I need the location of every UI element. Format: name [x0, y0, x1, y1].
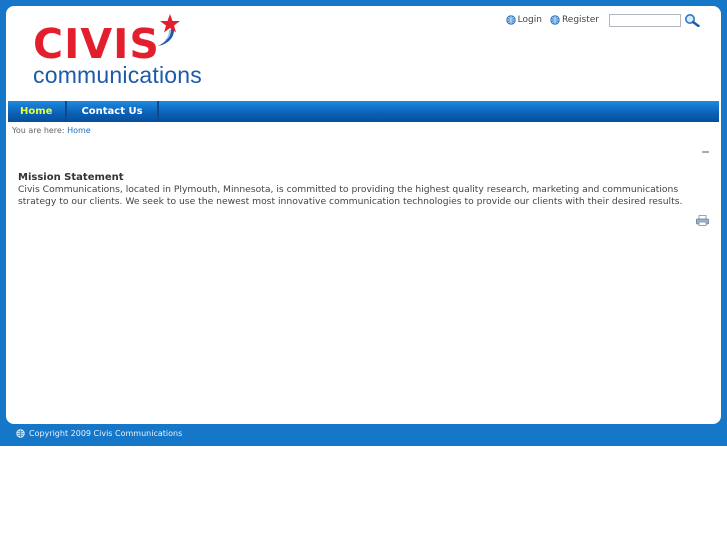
globe-icon [16, 429, 25, 438]
article-title: Mission Statement [18, 172, 124, 183]
page-frame: CIVIS communications Login Register Home… [0, 0, 727, 446]
logo-wordmark: CIVIS [33, 20, 160, 68]
star-icon [158, 14, 180, 46]
footer-copyright: Copyright 2009 Civis Communications [29, 429, 183, 438]
globe-icon [505, 15, 516, 25]
article: Mission Statement Civis Communications, … [18, 172, 698, 208]
login-label: Login [517, 15, 542, 25]
nav-item-contact-us[interactable]: Contact Us [67, 101, 159, 122]
register-label: Register [561, 15, 599, 25]
nav-item-home[interactable]: Home [8, 101, 68, 122]
footer: Copyright 2009 Civis Communications [16, 429, 182, 438]
main-nav: Home Contact Us [8, 101, 719, 122]
search-input[interactable] [609, 13, 681, 27]
search-icon[interactable] [684, 13, 700, 27]
content-panel: CIVIS communications Login Register Home… [6, 6, 721, 424]
minimize-icon[interactable] [702, 151, 709, 153]
print-icon[interactable] [696, 215, 709, 226]
breadcrumb: You are here: Home [12, 126, 91, 135]
header-links: Login Register [505, 13, 700, 27]
breadcrumb-home-link[interactable]: Home [67, 126, 91, 135]
globe-icon [550, 15, 560, 25]
article-body: Civis Communications, located in Plymout… [18, 184, 683, 207]
breadcrumb-prefix: You are here: [12, 126, 65, 135]
logo-tagline: communications [33, 62, 202, 88]
register-link[interactable]: Register [550, 15, 599, 25]
login-link[interactable]: Login [505, 15, 542, 25]
